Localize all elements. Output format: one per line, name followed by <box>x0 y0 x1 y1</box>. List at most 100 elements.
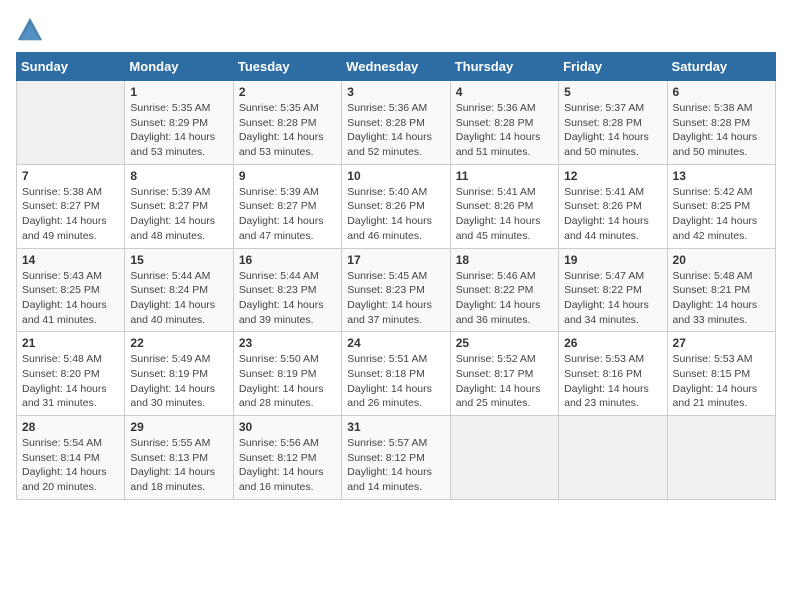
day-info: Sunrise: 5:36 AM Sunset: 8:28 PM Dayligh… <box>456 101 553 160</box>
calendar-cell <box>17 81 125 165</box>
calendar-cell: 20 Sunrise: 5:48 AM Sunset: 8:21 PM Dayli… <box>667 248 775 332</box>
day-info: Sunrise: 5:50 AM Sunset: 8:19 PM Dayligh… <box>239 352 336 411</box>
day-info: Sunrise: 5:44 AM Sunset: 8:23 PM Dayligh… <box>239 269 336 328</box>
day-number: 27 <box>673 336 770 350</box>
day-info: Sunrise: 5:57 AM Sunset: 8:12 PM Dayligh… <box>347 436 444 495</box>
calendar-cell: 7 Sunrise: 5:38 AM Sunset: 8:27 PM Daylig… <box>17 164 125 248</box>
calendar-cell: 27 Sunrise: 5:53 AM Sunset: 8:15 PM Dayli… <box>667 332 775 416</box>
day-info: Sunrise: 5:45 AM Sunset: 8:23 PM Dayligh… <box>347 269 444 328</box>
day-number: 30 <box>239 420 336 434</box>
day-info: Sunrise: 5:48 AM Sunset: 8:20 PM Dayligh… <box>22 352 119 411</box>
day-number: 20 <box>673 253 770 267</box>
day-number: 2 <box>239 85 336 99</box>
day-number: 15 <box>130 253 227 267</box>
day-info: Sunrise: 5:39 AM Sunset: 8:27 PM Dayligh… <box>130 185 227 244</box>
day-info: Sunrise: 5:53 AM Sunset: 8:16 PM Dayligh… <box>564 352 661 411</box>
day-info: Sunrise: 5:54 AM Sunset: 8:14 PM Dayligh… <box>22 436 119 495</box>
calendar-cell: 14Sunrise: 5:43 AM Sunset: 8:25 PM Dayli… <box>17 248 125 332</box>
day-number: 7 <box>22 169 119 183</box>
calendar-cell: 2 Sunrise: 5:35 AM Sunset: 8:28 PM Daylig… <box>233 81 341 165</box>
calendar-cell: 9 Sunrise: 5:39 AM Sunset: 8:27 PM Daylig… <box>233 164 341 248</box>
calendar-week-row: 28Sunrise: 5:54 AM Sunset: 8:14 PM Dayli… <box>17 416 776 500</box>
calendar-cell: 6 Sunrise: 5:38 AM Sunset: 8:28 PM Daylig… <box>667 81 775 165</box>
day-info: Sunrise: 5:36 AM Sunset: 8:28 PM Dayligh… <box>347 101 444 160</box>
calendar-cell: 31 Sunrise: 5:57 AM Sunset: 8:12 PM Dayli… <box>342 416 450 500</box>
day-info: Sunrise: 5:38 AM Sunset: 8:27 PM Dayligh… <box>22 185 119 244</box>
logo <box>16 16 48 44</box>
calendar-cell: 17 Sunrise: 5:45 AM Sunset: 8:23 PM Dayli… <box>342 248 450 332</box>
day-info: Sunrise: 5:49 AM Sunset: 8:19 PM Dayligh… <box>130 352 227 411</box>
calendar-week-row: 7 Sunrise: 5:38 AM Sunset: 8:27 PM Daylig… <box>17 164 776 248</box>
day-number: 12 <box>564 169 661 183</box>
day-number: 14 <box>22 253 119 267</box>
calendar-cell: 28Sunrise: 5:54 AM Sunset: 8:14 PM Dayli… <box>17 416 125 500</box>
day-number: 22 <box>130 336 227 350</box>
calendar-cell: 21 Sunrise: 5:48 AM Sunset: 8:20 PM Dayli… <box>17 332 125 416</box>
calendar-cell: 18 Sunrise: 5:46 AM Sunset: 8:22 PM Dayli… <box>450 248 558 332</box>
calendar-cell: 25 Sunrise: 5:52 AM Sunset: 8:17 PM Dayli… <box>450 332 558 416</box>
day-number: 11 <box>456 169 553 183</box>
calendar-week-row: 21 Sunrise: 5:48 AM Sunset: 8:20 PM Dayli… <box>17 332 776 416</box>
page-header <box>16 16 776 44</box>
day-info: Sunrise: 5:40 AM Sunset: 8:26 PM Dayligh… <box>347 185 444 244</box>
calendar-cell <box>450 416 558 500</box>
day-info: Sunrise: 5:42 AM Sunset: 8:25 PM Dayligh… <box>673 185 770 244</box>
calendar-cell: 4 Sunrise: 5:36 AM Sunset: 8:28 PM Daylig… <box>450 81 558 165</box>
day-number: 25 <box>456 336 553 350</box>
calendar-cell: 10 Sunrise: 5:40 AM Sunset: 8:26 PM Dayli… <box>342 164 450 248</box>
calendar-cell: 15 Sunrise: 5:44 AM Sunset: 8:24 PM Dayli… <box>125 248 233 332</box>
calendar-table: SundayMondayTuesdayWednesdayThursdayFrid… <box>16 52 776 500</box>
day-number: 10 <box>347 169 444 183</box>
day-info: Sunrise: 5:44 AM Sunset: 8:24 PM Dayligh… <box>130 269 227 328</box>
day-number: 29 <box>130 420 227 434</box>
day-info: Sunrise: 5:48 AM Sunset: 8:21 PM Dayligh… <box>673 269 770 328</box>
day-number: 9 <box>239 169 336 183</box>
calendar-cell: 23 Sunrise: 5:50 AM Sunset: 8:19 PM Dayli… <box>233 332 341 416</box>
day-info: Sunrise: 5:35 AM Sunset: 8:28 PM Dayligh… <box>239 101 336 160</box>
day-number: 17 <box>347 253 444 267</box>
calendar-cell: 30 Sunrise: 5:56 AM Sunset: 8:12 PM Dayli… <box>233 416 341 500</box>
calendar-cell: 29 Sunrise: 5:55 AM Sunset: 8:13 PM Dayli… <box>125 416 233 500</box>
day-number: 26 <box>564 336 661 350</box>
calendar-cell: 3 Sunrise: 5:36 AM Sunset: 8:28 PM Daylig… <box>342 81 450 165</box>
calendar-header-row: SundayMondayTuesdayWednesdayThursdayFrid… <box>17 53 776 81</box>
day-number: 5 <box>564 85 661 99</box>
calendar-cell: 12Sunrise: 5:41 AM Sunset: 8:26 PM Dayli… <box>559 164 667 248</box>
calendar-cell: 13 Sunrise: 5:42 AM Sunset: 8:25 PM Dayli… <box>667 164 775 248</box>
calendar-cell: 16 Sunrise: 5:44 AM Sunset: 8:23 PM Dayli… <box>233 248 341 332</box>
day-info: Sunrise: 5:56 AM Sunset: 8:12 PM Dayligh… <box>239 436 336 495</box>
day-number: 4 <box>456 85 553 99</box>
logo-icon <box>16 16 44 44</box>
day-number: 19 <box>564 253 661 267</box>
day-number: 8 <box>130 169 227 183</box>
calendar-cell: 8 Sunrise: 5:39 AM Sunset: 8:27 PM Daylig… <box>125 164 233 248</box>
day-number: 23 <box>239 336 336 350</box>
day-info: Sunrise: 5:38 AM Sunset: 8:28 PM Dayligh… <box>673 101 770 160</box>
day-info: Sunrise: 5:53 AM Sunset: 8:15 PM Dayligh… <box>673 352 770 411</box>
day-number: 31 <box>347 420 444 434</box>
col-header-friday: Friday <box>559 53 667 81</box>
day-number: 16 <box>239 253 336 267</box>
calendar-cell: 19Sunrise: 5:47 AM Sunset: 8:22 PM Dayli… <box>559 248 667 332</box>
col-header-thursday: Thursday <box>450 53 558 81</box>
calendar-cell: 24 Sunrise: 5:51 AM Sunset: 8:18 PM Dayli… <box>342 332 450 416</box>
day-info: Sunrise: 5:51 AM Sunset: 8:18 PM Dayligh… <box>347 352 444 411</box>
day-info: Sunrise: 5:55 AM Sunset: 8:13 PM Dayligh… <box>130 436 227 495</box>
calendar-cell: 26 Sunrise: 5:53 AM Sunset: 8:16 PM Dayli… <box>559 332 667 416</box>
day-info: Sunrise: 5:39 AM Sunset: 8:27 PM Dayligh… <box>239 185 336 244</box>
day-number: 24 <box>347 336 444 350</box>
day-number: 21 <box>22 336 119 350</box>
calendar-week-row: 1Sunrise: 5:35 AM Sunset: 8:29 PM Daylig… <box>17 81 776 165</box>
day-info: Sunrise: 5:35 AM Sunset: 8:29 PM Dayligh… <box>130 101 227 160</box>
day-info: Sunrise: 5:37 AM Sunset: 8:28 PM Dayligh… <box>564 101 661 160</box>
calendar-cell <box>667 416 775 500</box>
day-number: 3 <box>347 85 444 99</box>
calendar-week-row: 14Sunrise: 5:43 AM Sunset: 8:25 PM Dayli… <box>17 248 776 332</box>
day-info: Sunrise: 5:46 AM Sunset: 8:22 PM Dayligh… <box>456 269 553 328</box>
day-number: 18 <box>456 253 553 267</box>
col-header-saturday: Saturday <box>667 53 775 81</box>
day-number: 6 <box>673 85 770 99</box>
day-number: 13 <box>673 169 770 183</box>
col-header-wednesday: Wednesday <box>342 53 450 81</box>
day-info: Sunrise: 5:52 AM Sunset: 8:17 PM Dayligh… <box>456 352 553 411</box>
